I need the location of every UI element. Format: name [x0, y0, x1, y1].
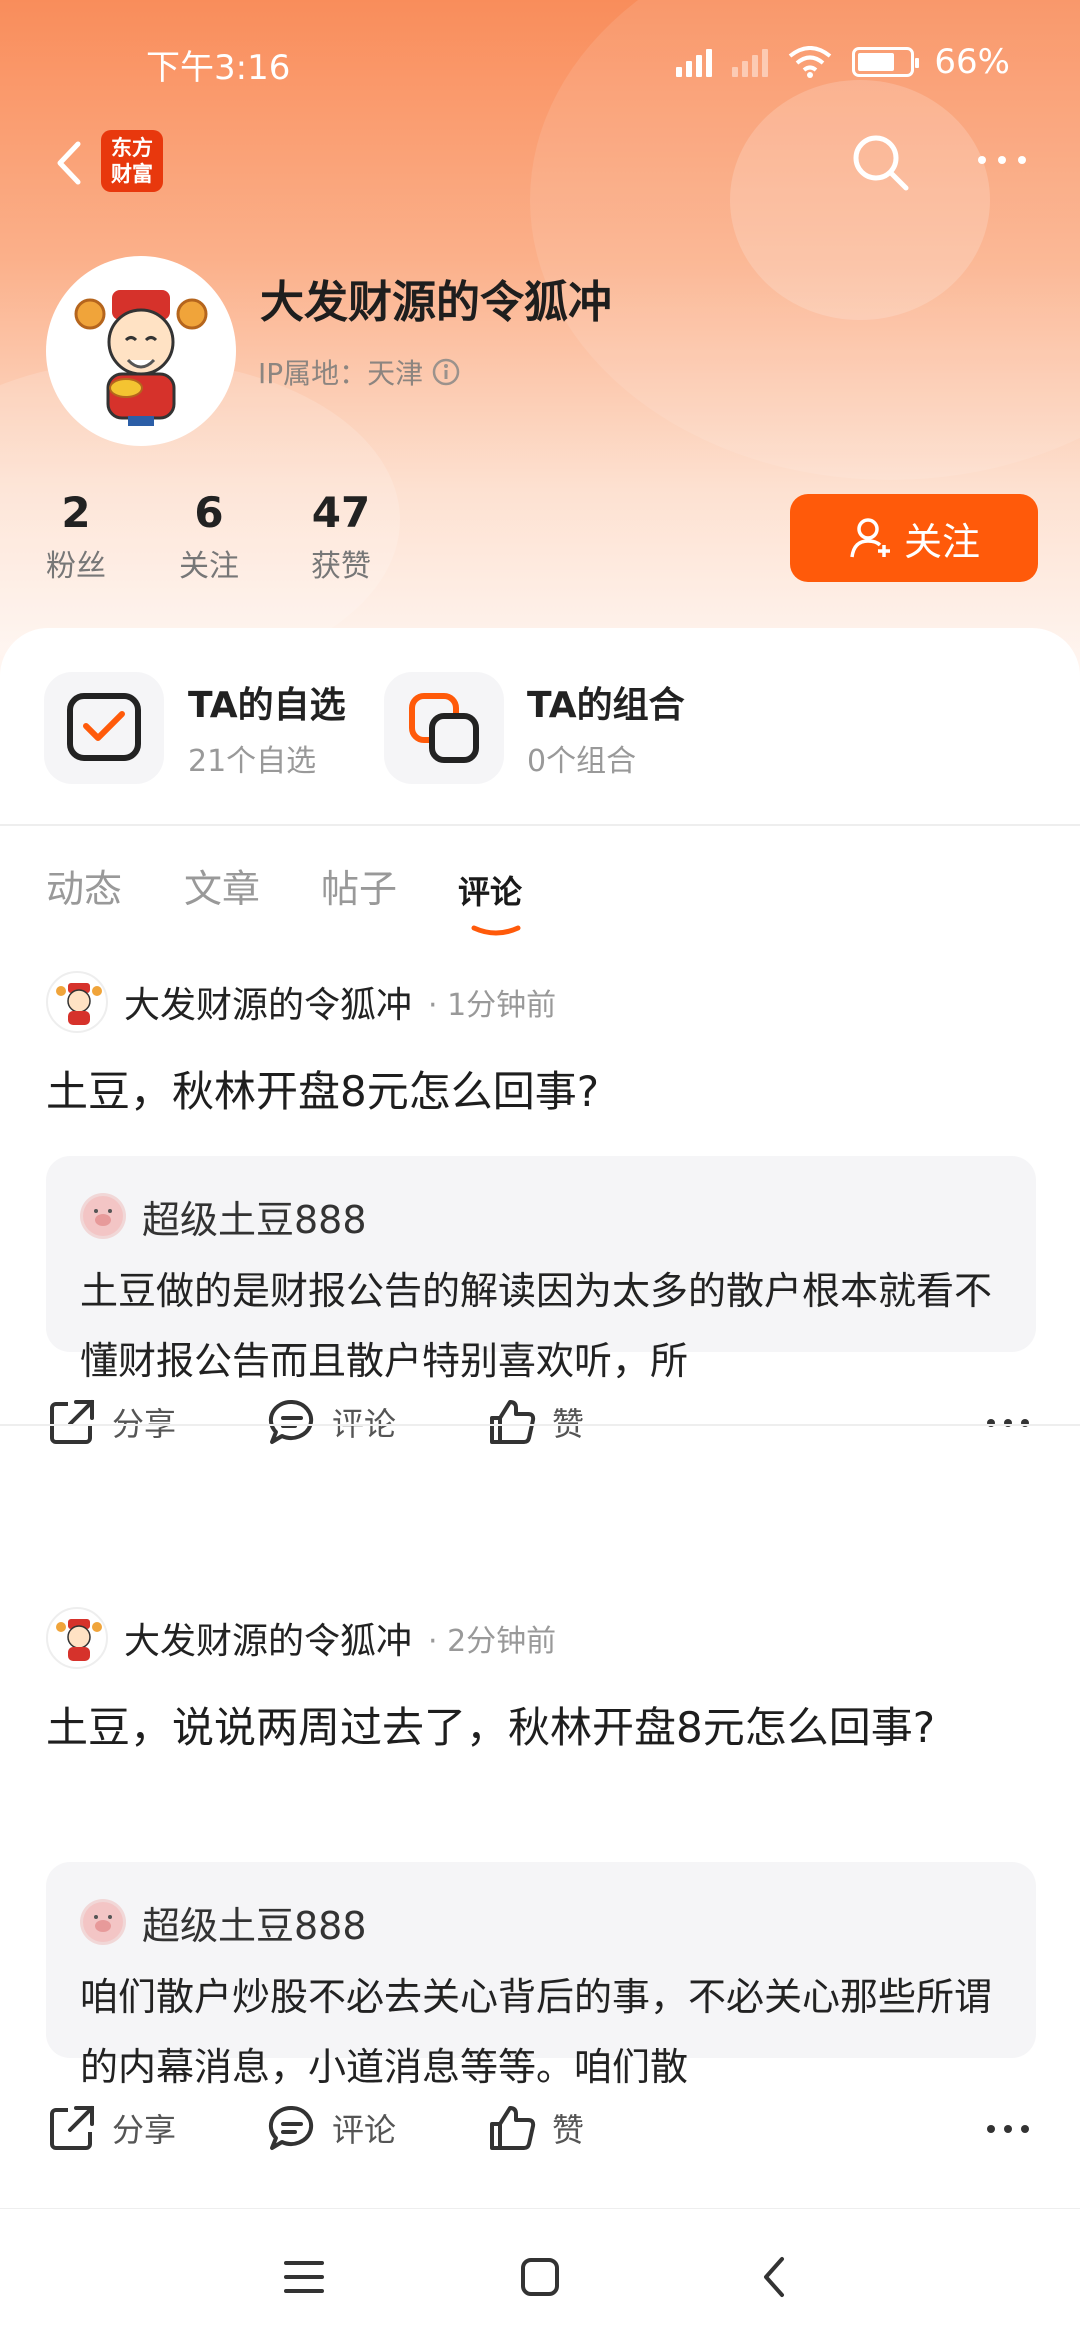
more-options-icon[interactable]	[986, 2124, 1030, 2134]
thumbs-up-icon	[490, 2106, 536, 2150]
ip-location-text: IP属地：天津	[258, 357, 424, 390]
back-icon[interactable]	[46, 138, 96, 188]
status-bar: 下午3:16 66%	[0, 40, 1080, 90]
battery-level: 66%	[934, 42, 1010, 82]
stat-value: 47	[311, 488, 371, 537]
post-header: 大发财源的令狐冲 · 1分钟前	[46, 970, 556, 1034]
quote-avatar	[80, 1193, 126, 1239]
more-options-icon[interactable]	[986, 1418, 1030, 1428]
stat-value: 2	[61, 488, 91, 537]
post-time: · 2分钟前	[428, 1624, 557, 1659]
post-text[interactable]: 土豆，说说两周过去了，秋林开盘8元怎么回事?	[46, 1696, 1036, 1760]
caishen-avatar-icon	[56, 983, 102, 1025]
portfolio-card-icon[interactable]	[384, 672, 504, 784]
caishen-avatar-icon	[56, 1619, 102, 1661]
post-author[interactable]: 大发财源的令狐冲	[124, 1612, 412, 1664]
tab-bar: 动态 文章 帖子 评论	[0, 858, 1080, 938]
tab-articles[interactable]: 文章	[184, 858, 260, 913]
caishen-avatar-icon	[74, 290, 208, 426]
share-icon	[50, 1400, 94, 1444]
stat-value: 6	[194, 488, 224, 537]
post-avatar[interactable]	[46, 1607, 108, 1669]
share-icon	[50, 2106, 94, 2150]
stat-label: 关注	[179, 549, 239, 584]
quote-author[interactable]: 超级土豆888	[142, 1895, 367, 1950]
watchlist-card-icon[interactable]	[44, 672, 164, 784]
like-label: 赞	[552, 1405, 585, 1443]
post-avatar[interactable]	[46, 971, 108, 1033]
post-actions: 分享 评论 赞	[46, 2096, 1036, 2160]
active-tab-indicator	[471, 925, 521, 936]
share-label: 分享	[112, 2111, 177, 2149]
stat-label: 获赞	[311, 549, 371, 584]
wifi-icon	[789, 46, 832, 78]
share-label: 分享	[112, 1405, 177, 1443]
watchlist-title[interactable]: TA的自选	[188, 676, 346, 728]
comment-icon	[268, 1399, 314, 1444]
portfolio-subtitle: 0个组合	[527, 744, 637, 779]
quote-author[interactable]: 超级土豆888	[142, 1189, 367, 1244]
quoted-post[interactable]: 超级土豆888 咱们散户炒股不必去关心背后的事，不必关心那些所谓的内幕消息，小道…	[46, 1862, 1036, 2089]
battery-icon	[852, 47, 920, 77]
share-button[interactable]: 分享	[46, 1390, 176, 1454]
avatar[interactable]	[46, 256, 236, 446]
tab-dynamics[interactable]: 动态	[46, 858, 122, 913]
content-sheet: TA的自选 21个自选 TA的组合 0个组合 动态 文章 帖子 评论 大发财源的…	[0, 628, 1080, 2340]
ip-location: IP属地：天津	[258, 352, 461, 392]
app-logo: 东方 财富	[101, 130, 163, 192]
share-button[interactable]: 分享	[46, 2096, 176, 2160]
header-decoration	[730, 80, 990, 320]
home-icon[interactable]	[512, 2249, 568, 2305]
post-text[interactable]: 土豆，秋林开盘8元怎么回事?	[46, 1060, 1036, 1124]
status-time: 下午3:16	[146, 48, 291, 88]
follow-label: 关注	[903, 519, 980, 564]
quote-text: 咱们散户炒股不必去关心背后的事，不必关心那些所谓的内幕消息，小道消息等等。咱们散	[80, 1975, 993, 2089]
like-button[interactable]: 赞	[486, 2096, 584, 2160]
tab-posts[interactable]: 帖子	[321, 858, 397, 913]
post-time: · 1分钟前	[428, 988, 557, 1023]
post-author[interactable]: 大发财源的令狐冲	[124, 976, 412, 1028]
top-nav: 东方 财富	[0, 128, 1080, 198]
watchlist-subtitle: 21个自选	[188, 744, 317, 779]
user-name: 大发财源的令狐冲	[260, 277, 612, 328]
quote-text: 土豆做的是财报公告的解读因为太多的散户根本就看不懂财报公告而且散户特别喜欢听，所	[80, 1269, 993, 1383]
signal-off-icon	[732, 47, 769, 77]
system-nav-bar	[0, 2208, 1080, 2340]
comment-label: 评论	[332, 2111, 397, 2149]
more-icon[interactable]	[974, 150, 1030, 170]
thumbs-up-icon	[490, 1400, 536, 1444]
signal-icon	[676, 47, 713, 77]
divider	[0, 824, 1080, 826]
post-actions: 分享 评论 赞	[46, 1390, 1036, 1454]
profile-header: 下午3:16 66% 东方 财富 大发财源的令狐冲 IP属地：天津 2 粉丝 6…	[0, 0, 1080, 680]
search-icon[interactable]	[848, 130, 912, 194]
quote-avatar	[80, 1899, 126, 1945]
stat-label: 粉丝	[46, 549, 106, 584]
menu-icon[interactable]	[276, 2249, 332, 2305]
portfolio-title[interactable]: TA的组合	[527, 676, 685, 728]
post-header: 大发财源的令狐冲 · 2分钟前	[46, 1606, 556, 1670]
quoted-post[interactable]: 超级土豆888 土豆做的是财报公告的解读因为太多的散户根本就看不懂财报公告而且散…	[46, 1156, 1036, 1383]
info-icon[interactable]	[431, 357, 461, 387]
comment-label: 评论	[332, 1405, 397, 1443]
add-user-icon	[850, 518, 890, 558]
like-label: 赞	[552, 2111, 585, 2149]
comment-icon	[268, 2105, 314, 2150]
back-nav-icon[interactable]	[748, 2249, 804, 2305]
stat-following[interactable]: 6 关注	[149, 488, 269, 585]
pig-avatar-icon	[83, 1902, 123, 1942]
follow-button[interactable]: 关注	[790, 494, 1038, 582]
checkbox-icon	[67, 693, 141, 761]
post-divider	[0, 1424, 1080, 1426]
tab-comments[interactable]: 评论	[458, 858, 522, 922]
pig-avatar-icon	[83, 1196, 123, 1236]
comment-button[interactable]: 评论	[266, 2096, 396, 2160]
portfolio-icon	[409, 693, 479, 763]
stat-likes[interactable]: 47 获赞	[281, 488, 401, 585]
like-button[interactable]: 赞	[486, 1390, 584, 1454]
comment-button[interactable]: 评论	[266, 1390, 396, 1454]
stat-fans[interactable]: 2 粉丝	[16, 488, 136, 585]
